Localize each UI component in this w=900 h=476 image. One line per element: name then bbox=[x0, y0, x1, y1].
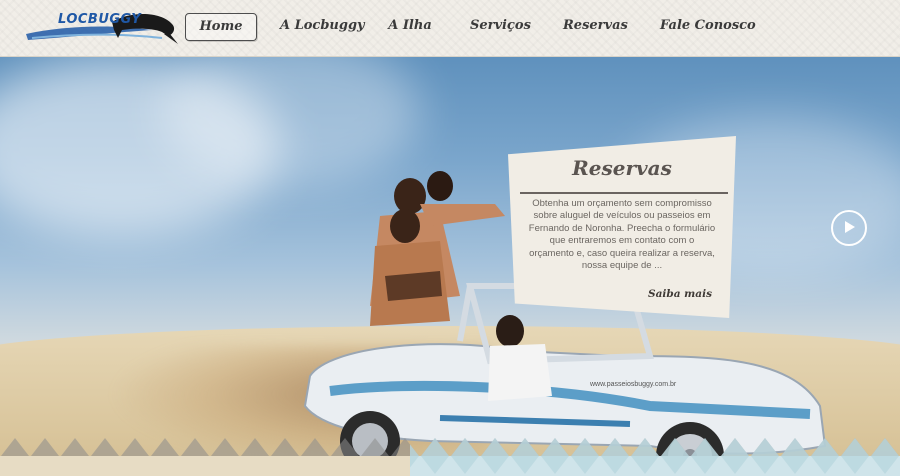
nav-servicos[interactable]: Serviços bbox=[470, 13, 531, 39]
logo-text: LOCBUGGY bbox=[58, 12, 142, 27]
top-navigation-bar: LOCBUGGY Home A Locbuggy A Ilha Serviços… bbox=[0, 0, 900, 57]
buggy-url-text: www.passeiosbuggy.com.br bbox=[589, 381, 677, 388]
diamond-border bbox=[0, 436, 900, 476]
nav-a-ilha[interactable]: A Ilha bbox=[387, 13, 433, 39]
nav-home[interactable]: Home bbox=[185, 13, 257, 41]
card-body: Obtenha um orçamento sem compromisso sob… bbox=[528, 198, 716, 272]
play-icon bbox=[845, 221, 855, 233]
nav-fale-conosco[interactable]: Fale Conosco bbox=[660, 13, 756, 39]
nav-reservas[interactable]: Reservas bbox=[563, 13, 628, 39]
card-divider bbox=[520, 192, 728, 194]
reservas-card: Reservas Obtenha um orçamento sem compro… bbox=[508, 136, 736, 318]
card-title: Reservas bbox=[572, 156, 672, 180]
locbuggy-logo[interactable]: LOCBUGGY bbox=[22, 8, 182, 48]
saiba-mais-link[interactable]: Saiba mais bbox=[648, 288, 712, 300]
hero-slider: www.passeiosbuggy.com.br bbox=[0, 56, 900, 476]
nav-a-locbuggy[interactable]: A Locbuggy bbox=[280, 13, 365, 39]
slider-play-button[interactable] bbox=[831, 210, 867, 246]
